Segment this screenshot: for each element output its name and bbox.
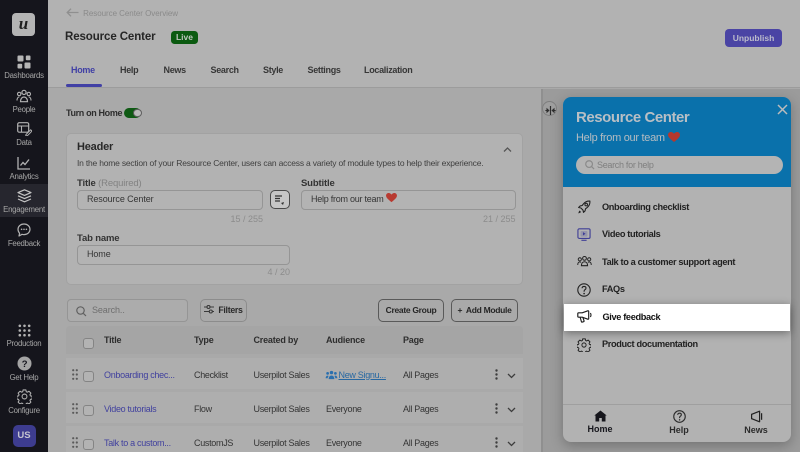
svg-text:?: ? — [21, 359, 27, 370]
